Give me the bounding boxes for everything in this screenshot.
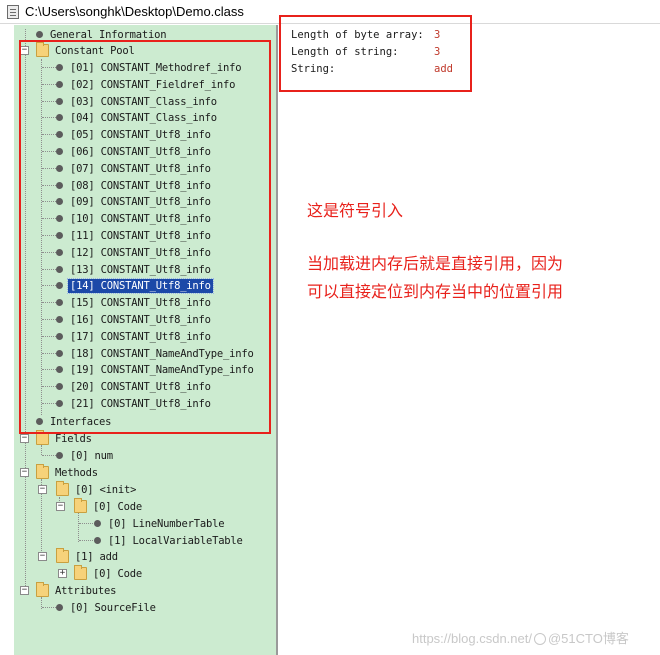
tree-node-label: [1] add — [75, 550, 118, 563]
tree-node-label: [0] Code — [93, 500, 142, 513]
tree-node-init-code[interactable]: [0] Code — [74, 498, 144, 515]
collapse-icon[interactable]: − — [20, 586, 29, 595]
folder-icon — [56, 548, 69, 563]
tree-node-label: [0] <init> — [75, 483, 137, 496]
tree-line — [42, 607, 56, 608]
folder-icon — [74, 565, 87, 580]
annotation-line-2: 当加载进内存后就是直接引用，因为 — [307, 254, 564, 273]
tree-node-methods[interactable]: Methods — [36, 464, 100, 481]
tree-node-label: [0] num — [70, 449, 113, 462]
collapse-icon[interactable]: − — [20, 468, 29, 477]
tree-node-method-add[interactable]: [1] add — [56, 548, 120, 565]
details-pane: Length of byte array: 3 Length of string… — [279, 15, 660, 655]
tree-line — [42, 455, 56, 456]
tree-node-label: [1] LocalVariableTable — [108, 534, 243, 547]
bullet-icon — [94, 537, 101, 544]
details-highlight-box — [279, 15, 472, 92]
bullet-icon — [94, 520, 101, 527]
tree-node-source-file[interactable]: [0] SourceFile — [56, 599, 158, 616]
bullet-icon — [36, 31, 43, 38]
folder-icon — [56, 481, 69, 496]
collapse-icon[interactable]: − — [20, 434, 29, 443]
app-icon — [7, 4, 19, 19]
collapse-icon[interactable]: − — [38, 485, 47, 494]
tree-node-label: Methods — [55, 466, 98, 479]
watermark-logo-icon — [533, 632, 546, 645]
tree-line — [78, 513, 79, 542]
annotation-line-1: 这是符号引入 — [307, 201, 404, 220]
folder-icon — [74, 498, 87, 513]
expand-icon[interactable]: + — [58, 569, 67, 578]
tree-node-label: [0] SourceFile — [70, 601, 156, 614]
watermark-brand: @51CTO博客 — [547, 631, 629, 646]
constant-pool-highlight-box — [19, 40, 271, 434]
tree-node-local-variable-table[interactable]: [1] LocalVariableTable — [94, 532, 245, 549]
tree-pane[interactable]: General Information − Constant Pool [01]… — [14, 25, 278, 655]
folder-icon — [36, 464, 49, 479]
window-title: C:\Users\songhk\Desktop\Demo.class — [25, 4, 244, 19]
tree-node-label: [0] LineNumberTable — [108, 517, 225, 530]
annotation-line-3: 可以直接定位到内存当中的位置引用 — [307, 282, 564, 301]
watermark-url: https://blog.csdn.net/ — [412, 631, 532, 646]
tree-node-field-num[interactable]: [0] num — [56, 447, 115, 464]
watermark: https://blog.csdn.net/ @51CTO博客 — [412, 628, 629, 647]
folder-icon — [36, 582, 49, 597]
tree-node-method-init[interactable]: [0] <init> — [56, 481, 138, 498]
tree-node-line-number-table[interactable]: [0] LineNumberTable — [94, 515, 226, 532]
tree-line — [79, 540, 93, 541]
bullet-icon — [56, 604, 63, 611]
tree-node-add-code[interactable]: [0] Code — [74, 565, 144, 582]
tree-line — [79, 523, 93, 524]
tree-node-label: [0] Code — [93, 567, 142, 580]
bullet-icon — [56, 452, 63, 459]
collapse-icon[interactable]: − — [38, 552, 47, 561]
collapse-icon[interactable]: − — [56, 502, 65, 511]
tree-node-attributes[interactable]: Attributes — [36, 582, 118, 599]
tree-node-label: Attributes — [55, 584, 117, 597]
